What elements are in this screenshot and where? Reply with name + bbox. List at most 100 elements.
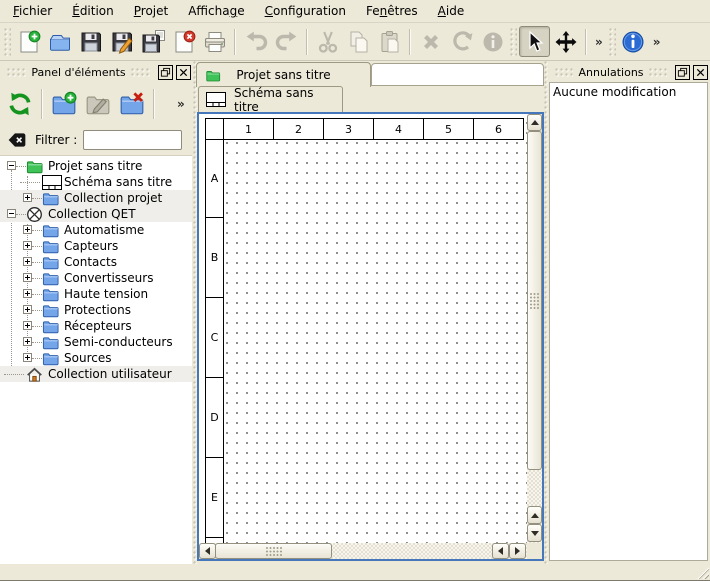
tree-item-label: Récepteurs	[64, 319, 132, 333]
select-mode-button[interactable]	[519, 26, 550, 57]
elements-panel-toolbar: »	[0, 83, 193, 125]
undo-button[interactable]	[240, 26, 271, 57]
tree-item-collection-utilisateur[interactable]: Collection utilisateur	[0, 366, 192, 382]
float-dock-button[interactable]	[158, 65, 173, 80]
delete-category-icon	[119, 91, 145, 117]
new-category-button[interactable]	[47, 87, 81, 121]
tree-connector-stub	[4, 374, 24, 375]
vertical-scroll-thumb[interactable]	[527, 131, 542, 470]
tree-item-r-cepteurs[interactable]: Récepteurs	[0, 318, 192, 334]
tree-item-collection-qet[interactable]: Collection QET	[0, 206, 192, 222]
menu-fichier[interactable]: Fichier	[3, 1, 62, 21]
expand-icon[interactable]	[23, 225, 32, 234]
collapse-icon[interactable]	[7, 161, 16, 170]
tree-item-automatisme[interactable]: Automatisme	[0, 222, 192, 238]
paste-button[interactable]	[374, 26, 405, 57]
toolbar-overflow-button[interactable]: »	[591, 35, 607, 49]
tree-item-collection-projet[interactable]: Collection projet	[0, 190, 192, 206]
menu-fen-tres[interactable]: Fenêtres	[356, 1, 428, 21]
save-as-button[interactable]	[106, 26, 137, 57]
blue-folder-icon	[42, 286, 59, 302]
save-button[interactable]	[75, 26, 106, 57]
expand-icon[interactable]	[23, 193, 32, 202]
tree-item-semi-conducteurs[interactable]: Semi-conducteurs	[0, 334, 192, 350]
collapse-icon[interactable]	[7, 209, 16, 218]
tab-project[interactable]: Projet sans titre	[196, 62, 371, 87]
scroll-right-button[interactable]	[509, 543, 526, 559]
scroll-left-button[interactable]	[199, 543, 216, 559]
tree-item-sources[interactable]: Sources	[0, 350, 192, 366]
toolbar-handle[interactable]	[4, 28, 11, 56]
toolbar-overflow-button[interactable]: »	[649, 35, 665, 49]
horizontal-scrollbar[interactable]	[199, 543, 527, 559]
edit-category-button[interactable]	[81, 87, 115, 121]
toolbar-separator	[409, 29, 411, 55]
delete-button[interactable]	[415, 26, 446, 57]
tree-item-sch-ma-sans-titre[interactable]: Schéma sans titre	[0, 174, 192, 190]
scroll-up-button[interactable]	[527, 114, 542, 131]
delete-category-button[interactable]	[115, 87, 149, 121]
new-file-button[interactable]	[13, 26, 44, 57]
save-all-button[interactable]	[137, 26, 168, 57]
scroll-up-button-2[interactable]	[527, 506, 542, 524]
close-file-button[interactable]	[168, 26, 199, 57]
copy-button[interactable]	[343, 26, 374, 57]
info-button[interactable]	[618, 26, 649, 57]
tab-bar-empty-area	[371, 63, 544, 86]
scroll-down-button[interactable]	[527, 524, 542, 542]
redo-button[interactable]	[271, 26, 302, 57]
tree-connector-stub	[32, 230, 42, 231]
toolbar-separator	[306, 29, 308, 55]
rotate-button[interactable]	[446, 26, 477, 57]
info-gray-button[interactable]	[477, 26, 508, 57]
close-dock-button[interactable]	[693, 65, 708, 80]
tree-item-contacts[interactable]: Contacts	[0, 254, 192, 270]
float-dock-button[interactable]	[675, 65, 690, 80]
cut-button[interactable]	[312, 26, 343, 57]
menu-aide[interactable]: Aide	[428, 1, 475, 21]
expand-icon[interactable]	[23, 305, 32, 314]
menu-projet[interactable]: Projet	[124, 1, 178, 21]
reload-button[interactable]	[3, 87, 37, 121]
filter-input[interactable]	[83, 130, 182, 150]
tree-item-convertisseurs[interactable]: Convertisseurs	[0, 270, 192, 286]
tree-connector-stub	[32, 198, 42, 199]
status-bar	[0, 564, 710, 580]
print-button[interactable]	[199, 26, 230, 57]
menu-configuration[interactable]: Configuration	[255, 1, 356, 21]
column-header-4: 4	[373, 118, 424, 140]
undo-history-list[interactable]: Aucune modification	[549, 82, 708, 561]
move-mode-button[interactable]	[550, 26, 581, 57]
clear-filter-icon[interactable]	[7, 130, 27, 150]
tree-item-capteurs[interactable]: Capteurs	[0, 238, 192, 254]
tree-item-haute-tension[interactable]: Haute tension	[0, 286, 192, 302]
expand-icon[interactable]	[23, 273, 32, 282]
menu-affichage[interactable]: Affichage	[178, 1, 254, 21]
tab-schema[interactable]: Schéma sans titre	[198, 86, 343, 112]
toolbar-handle[interactable]	[609, 28, 616, 56]
toolbar-overflow-button[interactable]: »	[173, 97, 189, 111]
expand-icon[interactable]	[23, 289, 32, 298]
scroll-left-button-2[interactable]	[492, 543, 509, 559]
expand-icon[interactable]	[23, 353, 32, 362]
expand-icon[interactable]	[23, 321, 32, 330]
elements-panel-dock: Panel d'éléments » Filtrer : Projet sans…	[0, 61, 193, 564]
horizontal-scroll-thumb[interactable]	[215, 543, 332, 559]
undo-panel-dock: Annulations Aucune modification	[548, 61, 710, 564]
expand-icon[interactable]	[23, 337, 32, 346]
undo-history-item[interactable]: Aucune modification	[553, 85, 704, 100]
vertical-scrollbar[interactable]	[527, 114, 542, 543]
expand-icon[interactable]	[23, 241, 32, 250]
toolbar-handle[interactable]	[510, 28, 517, 56]
main-toolbar: »»	[0, 23, 710, 61]
schema-canvas[interactable]: 123456ABCDE	[199, 114, 527, 543]
tree-item-protections[interactable]: Protections	[0, 302, 192, 318]
tree-connector-stub	[32, 278, 42, 279]
resize-grip[interactable]	[696, 566, 709, 579]
close-dock-button[interactable]	[176, 65, 191, 80]
open-project-button[interactable]	[44, 26, 75, 57]
menu-édition[interactable]: Édition	[62, 1, 124, 21]
expand-icon[interactable]	[23, 257, 32, 266]
tree-item-projet-sans-titre[interactable]: Projet sans titre	[0, 158, 192, 174]
undo-panel-title: Annulations	[578, 66, 643, 79]
